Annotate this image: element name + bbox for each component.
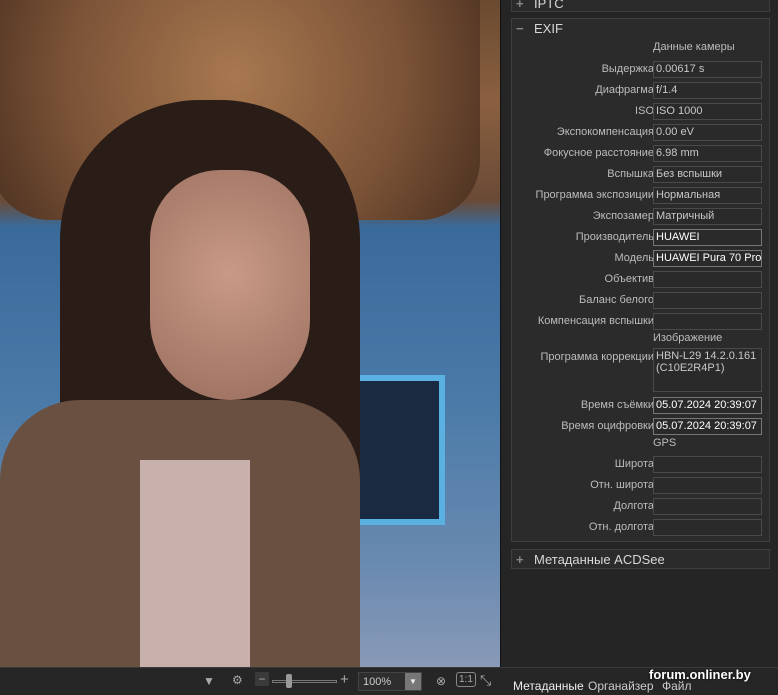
section-title: Метаданные ACDSee: [534, 551, 665, 567]
field-label: Отн. широта: [590, 479, 654, 491]
field-label: Компенсация вспышки: [537, 315, 654, 327]
field-label: Широта: [614, 458, 654, 470]
field-label: Время съёмки: [580, 399, 654, 411]
field-value[interactable]: HUAWEI: [653, 229, 762, 246]
field-label: Экспозамер: [592, 210, 654, 222]
field-value[interactable]: 0.00 eV: [653, 124, 762, 141]
exif-row: Экспозамер Матричный: [512, 208, 771, 225]
field-label: ISO: [635, 105, 654, 117]
zoom-fit-icon[interactable]: ⊗: [436, 674, 446, 688]
exif-row: Производитель HUAWEI: [512, 229, 771, 246]
exif-row: Долгота: [512, 498, 771, 515]
exif-row: Фокусное расстояние 6.98 mm: [512, 145, 771, 162]
group-camera: Данные камеры: [653, 41, 735, 53]
exif-row: Вспышка Без вспышки: [512, 166, 771, 183]
field-value[interactable]: f/1.4: [653, 82, 762, 99]
field-label: Экспокомпенсация: [556, 126, 654, 138]
exif-row: ISO ISO 1000: [512, 103, 771, 120]
field-label: Фокусное расстояние: [543, 147, 654, 159]
field-value[interactable]: [653, 498, 762, 515]
field-label: Объектив: [604, 273, 654, 285]
field-value[interactable]: Матричный: [653, 208, 762, 225]
field-value[interactable]: [653, 313, 762, 330]
zoom-out-button[interactable]: −: [255, 672, 269, 686]
dropdown-arrow-icon[interactable]: ▼: [203, 674, 215, 688]
field-value[interactable]: HUAWEI Pura 70 Pro: [653, 250, 762, 267]
field-value[interactable]: 0.00617 s: [653, 61, 762, 78]
fullscreen-icon[interactable]: ⤡: [480, 672, 491, 689]
exif-row: Экспокомпенсация 0.00 eV: [512, 124, 771, 141]
field-value[interactable]: 05.07.2024 20:39:07: [653, 418, 762, 435]
field-label: Долгота: [613, 500, 654, 512]
field-value[interactable]: Без вспышки: [653, 166, 762, 183]
actual-size-button[interactable]: 1:1: [456, 672, 476, 687]
exif-section: − EXIF Данные камеры Изображение GPS Выде…: [511, 18, 770, 542]
exif-row: Время оцифровки 05.07.2024 20:39:07: [512, 418, 771, 435]
field-label: Баланс белого: [579, 294, 654, 306]
field-value[interactable]: HBN-L29 14.2.0.161 (C10E2R4P1): [653, 348, 762, 392]
field-label: Модель: [614, 252, 654, 264]
field-value[interactable]: [653, 456, 762, 473]
exif-row: Диафрагма f/1.4: [512, 82, 771, 99]
field-value[interactable]: [653, 292, 762, 309]
image-preview[interactable]: [0, 0, 500, 667]
chevron-down-icon[interactable]: ▼: [405, 673, 421, 690]
exif-row: Программа экспозиции Нормальная: [512, 187, 771, 204]
field-label: Диафрагма: [595, 84, 654, 96]
field-value[interactable]: ISO 1000: [653, 103, 762, 120]
field-label: Программа коррекции: [540, 351, 655, 363]
zoom-select[interactable]: 100% ▼: [358, 672, 422, 691]
exif-row: Отн. долгота: [512, 519, 771, 536]
field-value[interactable]: Нормальная: [653, 187, 762, 204]
exif-row: Объектив: [512, 271, 771, 288]
field-value[interactable]: 6.98 mm: [653, 145, 762, 162]
bottom-toolbar: ▼ ⚙ − + 100% ▼ ⊗ 1:1 ⤡ Метаданные Органа…: [0, 667, 778, 695]
tab-organizer[interactable]: Органайзер: [588, 679, 654, 693]
exif-row: Программа коррекции HBN-L29 14.2.0.161 (C…: [512, 348, 771, 392]
exif-row: Модель HUAWEI Pura 70 Pro: [512, 250, 771, 267]
expand-icon[interactable]: +: [516, 0, 528, 11]
field-label: Программа экспозиции: [535, 189, 654, 201]
field-label: Выдержка: [601, 63, 654, 75]
properties-panel: + IPTC − EXIF Данные камеры Изображение GP…: [500, 0, 778, 667]
watermark: forum.onliner.by: [649, 667, 751, 682]
exif-row: Широта: [512, 456, 771, 473]
zoom-in-button[interactable]: +: [340, 671, 349, 688]
exif-row: Компенсация вспышки: [512, 313, 771, 330]
zoom-slider-handle[interactable]: [286, 674, 292, 688]
section-title: IPTC: [534, 0, 564, 11]
field-value[interactable]: [653, 519, 762, 536]
field-value[interactable]: [653, 477, 762, 494]
field-label: Отн. долгота: [588, 521, 654, 533]
field-label: Производитель: [575, 231, 654, 243]
exif-row: Время съёмки 05.07.2024 20:39:07: [512, 397, 771, 414]
exif-row: Выдержка 0.00617 s: [512, 61, 771, 78]
group-gps: GPS: [653, 437, 677, 449]
field-value[interactable]: [653, 271, 762, 288]
iptc-section[interactable]: + IPTC: [511, 0, 770, 12]
field-label: Время оцифровки: [561, 420, 654, 432]
exif-row: Баланс белого: [512, 292, 771, 309]
collapse-icon[interactable]: −: [516, 21, 528, 36]
exif-row: Отн. широта: [512, 477, 771, 494]
gear-icon[interactable]: ⚙: [232, 673, 243, 687]
zoom-slider[interactable]: [272, 680, 337, 683]
field-value[interactable]: 05.07.2024 20:39:07: [653, 397, 762, 414]
section-title: EXIF: [534, 20, 563, 36]
acdsee-section[interactable]: + Метаданные ACDSee: [511, 549, 770, 569]
tab-metadata[interactable]: Метаданные: [513, 679, 584, 693]
expand-icon[interactable]: +: [516, 552, 528, 567]
field-label: Вспышка: [607, 168, 654, 180]
group-image: Изображение: [653, 332, 723, 344]
